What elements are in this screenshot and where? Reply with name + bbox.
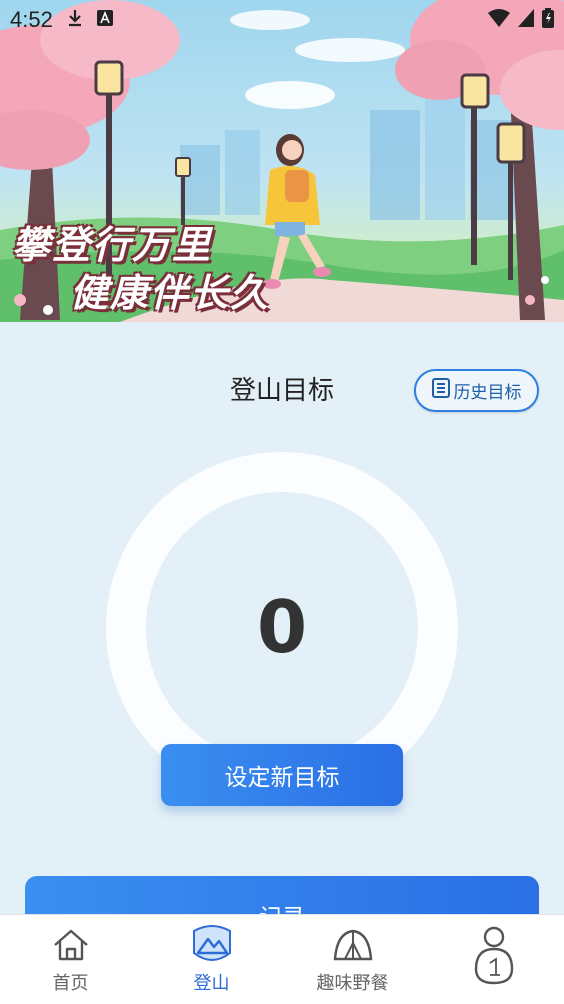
banner-slogan-line1: 攀登行万里 xyxy=(12,223,213,267)
status-bar: 4:52 xyxy=(0,0,564,40)
nav-item-picnic[interactable]: 趣味野餐 xyxy=(282,915,423,1004)
set-new-goal-button[interactable]: 设定新目标 xyxy=(161,744,403,806)
home-icon xyxy=(49,923,93,967)
nav-label-mountain: 登山 xyxy=(193,973,230,994)
hero-banner: 攀登行万里 健康伴长久 xyxy=(0,0,564,322)
status-time: 4:52 xyxy=(10,7,53,32)
nav-item-profile[interactable] xyxy=(423,915,564,1004)
banner-slogan-line2: 健康伴长久 xyxy=(70,271,271,315)
nav-item-mountain[interactable]: 登山 xyxy=(141,915,282,1004)
list-icon xyxy=(431,378,450,403)
mountain-icon xyxy=(190,923,234,967)
battery-icon xyxy=(542,8,554,32)
nav-item-home[interactable]: 首页 xyxy=(0,915,141,1004)
bottom-nav: 首页 登山 趣味野餐 xyxy=(0,914,564,1004)
wifi-icon xyxy=(488,9,510,31)
nav-label-home: 首页 xyxy=(52,973,89,994)
goal-value: 0 xyxy=(256,585,308,669)
profile-icon xyxy=(472,923,516,987)
nav-label-picnic: 趣味野餐 xyxy=(316,973,389,994)
app-notification-icon xyxy=(96,9,113,31)
tent-icon xyxy=(331,923,375,967)
signal-icon xyxy=(518,9,534,31)
history-goals-label: 历史目标 xyxy=(453,383,522,403)
history-goals-button[interactable]: 历史目标 xyxy=(414,369,539,412)
download-icon xyxy=(67,9,83,32)
